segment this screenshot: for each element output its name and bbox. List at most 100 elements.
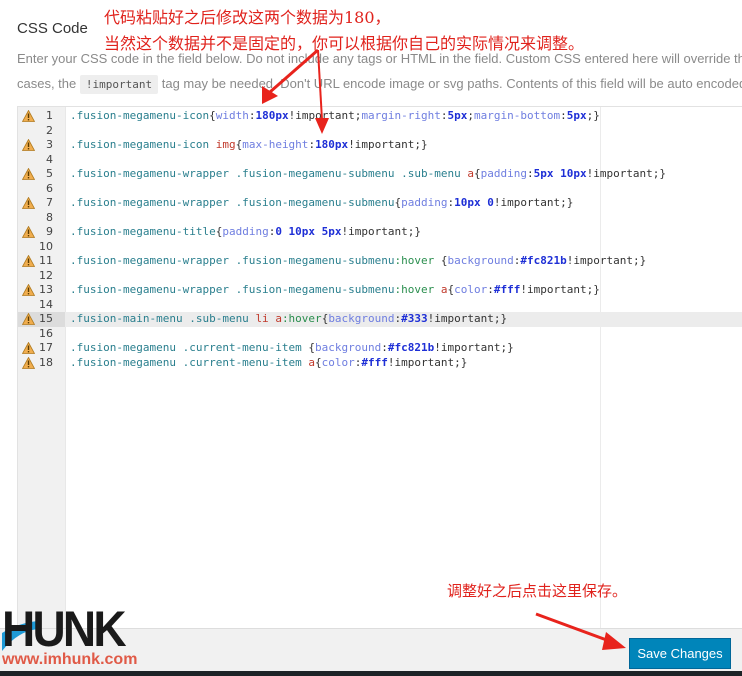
logo-url-text: www.imhunk.com [2, 651, 138, 668]
code-token-kw: !important;} [427, 312, 508, 325]
code-token-num: 180px [315, 138, 349, 151]
code-line[interactable]: 12 [18, 269, 742, 284]
warning-icon[interactable] [22, 356, 35, 369]
code-token-kw [434, 254, 441, 267]
line-number: 6 [46, 181, 53, 195]
line-number: 7 [46, 196, 53, 209]
code-token-sel: .fusion-megamenu-icon [70, 138, 216, 151]
code-line[interactable]: 4 [18, 153, 742, 168]
code-token-prop: padding [401, 196, 448, 209]
code-token-kw: ;} [586, 109, 600, 122]
code-line[interactable]: 8 [18, 211, 742, 226]
code-text: .fusion-megamenu-title{padding:0 10px 5p… [70, 225, 421, 240]
code-line[interactable]: 7 .fusion-megamenu-wrapper .fusion-megame… [18, 196, 742, 211]
code-line[interactable]: 6 [18, 182, 742, 197]
code-line[interactable]: 9 .fusion-megamenu-title{padding:0 10px 5… [18, 225, 742, 240]
code-token-tag: a [467, 167, 474, 180]
code-token-kw: !important;} [586, 167, 667, 180]
code-line[interactable]: 10 [18, 240, 742, 255]
editor-lines[interactable]: 1 .fusion-megamenu-icon{width:180px!impor… [18, 109, 742, 370]
code-text: .fusion-main-menu .sub-menu li a:hover{b… [70, 312, 507, 327]
warning-icon[interactable] [22, 255, 35, 267]
code-token-sel: .fusion-megamenu .current-menu-item [70, 355, 309, 369]
code-text: .fusion-megamenu-wrapper .fusion-megamen… [70, 167, 666, 182]
line-number: 18 [39, 355, 53, 369]
code-line[interactable]: 2 [18, 124, 742, 139]
warning-icon[interactable] [22, 313, 35, 325]
code-line[interactable]: 13 .fusion-megamenu-wrapper .fusion-megam… [18, 283, 742, 298]
code-token-prop: background [315, 341, 382, 354]
code-token-pseudo: :hover [281, 312, 322, 325]
code-token-kw: : [526, 167, 534, 180]
warning-icon[interactable] [22, 168, 35, 180]
code-line[interactable]: 15 .fusion-main-menu .sub-menu li a:hover… [18, 312, 742, 327]
line-number: 15 [39, 312, 53, 325]
code-token-num: 5px [447, 109, 468, 122]
line-number: 17 [39, 341, 53, 354]
code-text: .fusion-megamenu .current-menu-item a{co… [70, 356, 467, 371]
code-text: .fusion-megamenu-wrapper .fusion-megamen… [70, 196, 573, 211]
section-title: CSS Code [17, 20, 88, 37]
code-token-kw: !important;} [520, 283, 600, 296]
line-number: 9 [46, 225, 53, 238]
css-code-editor[interactable]: 1 .fusion-megamenu-icon{width:180px!impor… [17, 106, 742, 630]
warning-icon[interactable] [22, 139, 35, 151]
code-token-tag: li [255, 312, 269, 325]
line-gutter-cell: 9 [18, 225, 65, 240]
code-token-kw: : [381, 341, 388, 354]
line-gutter-cell: 4 [18, 153, 65, 168]
line-gutter-cell: 13 [18, 283, 65, 298]
code-token-kw: : [487, 283, 494, 296]
line-gutter-cell: 12 [18, 269, 65, 284]
code-token-sel: .fusion-megamenu .current-menu-item [70, 341, 309, 354]
code-token-sel: .fusion-megamenu-title [70, 225, 216, 238]
save-changes-button[interactable]: Save Changes [629, 638, 731, 669]
line-number: 11 [39, 254, 53, 267]
line-gutter-cell: 5 [18, 167, 65, 182]
code-token-pseudo: :hover [394, 254, 435, 267]
warning-icon[interactable] [22, 342, 35, 354]
code-text: .fusion-megamenu-icon img{max-height:180… [70, 138, 428, 153]
line-number: 5 [46, 167, 53, 180]
code-line[interactable]: 1 .fusion-megamenu-icon{width: 180px!impor… [18, 109, 742, 124]
code-line[interactable]: 11 .fusion-megamenu-wrapper .fusion-megam… [18, 254, 742, 269]
code-line[interactable]: 18 .fusion-megamenu .current-menu-item a{… [18, 356, 742, 371]
code-token-kw: !important;} [566, 254, 647, 267]
code-token-tag: a [275, 312, 282, 325]
code-token-num: 180px [255, 109, 289, 122]
line-gutter-cell: 2 [18, 124, 65, 139]
description-line-2: cases, the !important tag may be needed.… [17, 71, 742, 97]
code-token-brace: { [440, 254, 448, 267]
description-text: tag may be needed. Don't URL encode imag… [158, 76, 742, 91]
warning-icon[interactable] [22, 226, 35, 238]
code-token-prop: width [215, 109, 249, 122]
warning-icon[interactable] [22, 284, 35, 296]
warning-icon[interactable] [22, 197, 35, 209]
options-panel: CSS Code Enter your CSS code in the fiel… [0, 0, 742, 630]
warning-icon[interactable] [22, 110, 35, 122]
code-line[interactable]: 3 .fusion-megamenu-icon img{max-height:18… [18, 138, 742, 153]
code-token-sel: .fusion-megamenu-wrapper .fusion-megamen… [70, 254, 395, 267]
code-line[interactable]: 17 .fusion-megamenu .current-menu-item {b… [18, 341, 742, 356]
code-line[interactable]: 14 [18, 298, 742, 313]
code-text: .fusion-megamenu-wrapper .fusion-megamen… [70, 254, 646, 269]
line-gutter-cell: 18 [18, 356, 65, 371]
code-token-prop: max-height [242, 138, 309, 151]
annotation-top-line-2: 当然这个数据并不是固定的，你可以根据你自己的实际情况来调整。 [104, 34, 585, 53]
code-token-brace: { [209, 109, 216, 122]
code-token-num: 5px [566, 109, 587, 122]
code-token-prop: color [454, 283, 488, 296]
line-number: 14 [39, 297, 53, 311]
code-token-pseudo: :hover [394, 283, 435, 296]
line-number: 10 [39, 239, 53, 253]
line-number: 2 [46, 123, 53, 137]
line-gutter-cell: 1 [18, 109, 65, 124]
code-line[interactable]: 5 .fusion-megamenu-wrapper .fusion-megame… [18, 167, 742, 182]
code-line[interactable]: 16 [18, 327, 742, 342]
code-token-kw: !important;} [434, 341, 514, 354]
line-number: 3 [46, 138, 53, 151]
code-token-prop: padding [222, 225, 269, 238]
code-token-prop: background [447, 254, 514, 267]
important-code-tag: !important [79, 75, 159, 94]
line-gutter-cell: 17 [18, 341, 65, 356]
